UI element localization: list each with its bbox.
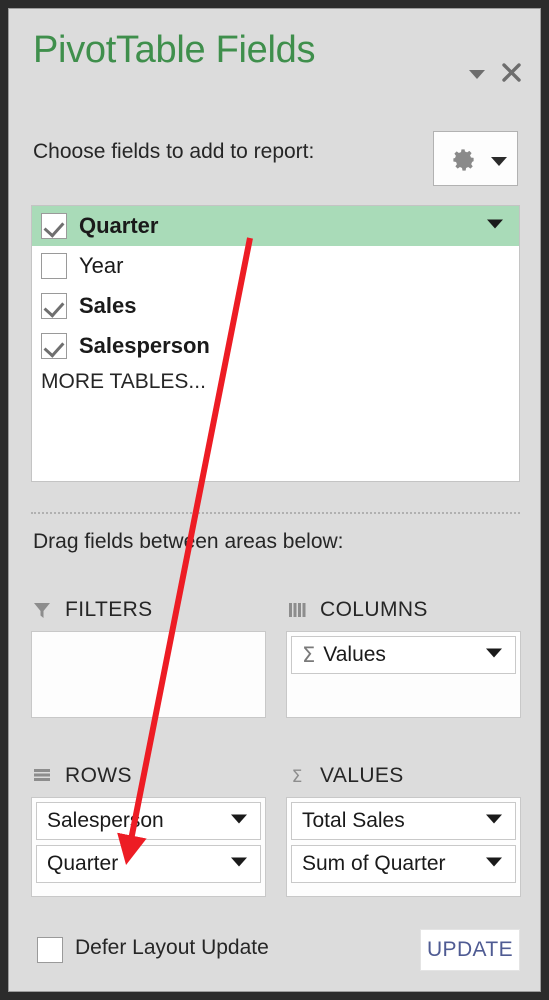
area-values-label: VALUES: [320, 764, 404, 787]
field-chip-label: Sum of Quarter: [302, 852, 446, 875]
area-columns-label: COLUMNS: [320, 598, 428, 621]
field-checkbox[interactable]: [41, 213, 67, 239]
filter-funnel-icon: [31, 600, 53, 620]
area-values-dropzone[interactable]: Total Sales Sum of Quarter: [286, 797, 521, 897]
svg-text:Σ: Σ: [292, 767, 303, 786]
drag-instruction-label: Drag fields between areas below:: [33, 530, 344, 553]
defer-layout-update-checkbox[interactable]: [37, 937, 63, 963]
columns-icon: [286, 601, 308, 619]
field-chip-label: Total Sales: [302, 809, 405, 832]
field-list-item-salesperson[interactable]: Salesperson: [32, 326, 519, 366]
page-title: PivotTable Fields: [33, 29, 316, 71]
pane-title-bar: PivotTable Fields: [9, 9, 540, 87]
close-icon: [502, 63, 521, 82]
chevron-down-icon[interactable]: [229, 855, 249, 874]
rows-icon: [31, 767, 53, 785]
area-columns-dropzone[interactable]: Σ Values: [286, 631, 521, 718]
field-label: Quarter: [79, 213, 159, 238]
field-label: Sales: [79, 293, 137, 318]
close-button[interactable]: [499, 60, 525, 86]
field-label: Salesperson: [79, 333, 210, 358]
area-filters-label: FILTERS: [65, 598, 153, 621]
field-list-item-quarter[interactable]: Quarter: [32, 206, 519, 246]
chevron-down-icon[interactable]: [485, 217, 505, 236]
chevron-down-icon[interactable]: [484, 646, 504, 665]
field-chip-label: Quarter: [47, 852, 119, 875]
area-filters-dropzone[interactable]: [31, 631, 266, 718]
field-checkbox[interactable]: [41, 333, 67, 359]
field-list-item-year[interactable]: Year: [32, 246, 519, 286]
sigma-icon: Σ: [302, 643, 316, 667]
field-chip-salesperson[interactable]: Salesperson: [36, 802, 261, 840]
chevron-down-icon[interactable]: [484, 812, 504, 831]
chevron-down-icon[interactable]: [484, 855, 504, 874]
area-rows-header: ROWS: [31, 761, 132, 791]
chevron-down-icon: [490, 154, 508, 173]
field-list: Quarter Year Sales Salesperson MORE TABL…: [31, 205, 520, 482]
tools-menu-button[interactable]: [433, 131, 518, 186]
field-chip-label: Salesperson: [47, 809, 164, 832]
field-chip-values[interactable]: Σ Values: [291, 636, 516, 674]
sigma-icon: Σ: [286, 766, 308, 786]
field-chip-total-sales[interactable]: Total Sales: [291, 802, 516, 840]
chevron-down-icon[interactable]: [229, 812, 249, 831]
choose-fields-label: Choose fields to add to report:: [33, 140, 315, 163]
area-values-header: Σ VALUES: [286, 761, 404, 791]
field-checkbox[interactable]: [41, 253, 67, 279]
field-label: Year: [79, 253, 124, 278]
field-list-item-sales[interactable]: Sales: [32, 286, 519, 326]
area-rows-dropzone[interactable]: Salesperson Quarter: [31, 797, 266, 897]
update-button[interactable]: UPDATE: [420, 929, 520, 971]
pane-footer: Defer Layout Update UPDATE: [9, 907, 540, 991]
defer-layout-update-label: Defer Layout Update: [75, 936, 269, 959]
area-filters-header: FILTERS: [31, 595, 153, 625]
more-tables-link[interactable]: MORE TABLES...: [41, 370, 206, 394]
minimize-button[interactable]: [464, 61, 490, 87]
area-rows-label: ROWS: [65, 764, 132, 787]
pivottable-fields-pane: PivotTable Fields Choose fields to add t…: [8, 8, 541, 992]
area-columns-header: COLUMNS: [286, 595, 428, 625]
section-divider: [31, 512, 520, 514]
field-chip-label: Values: [323, 643, 386, 666]
field-checkbox[interactable]: [41, 293, 67, 319]
gear-icon: [450, 146, 477, 178]
field-chip-sum-of-quarter[interactable]: Sum of Quarter: [291, 845, 516, 883]
chevron-down-icon: [469, 70, 485, 79]
field-chip-quarter[interactable]: Quarter: [36, 845, 261, 883]
